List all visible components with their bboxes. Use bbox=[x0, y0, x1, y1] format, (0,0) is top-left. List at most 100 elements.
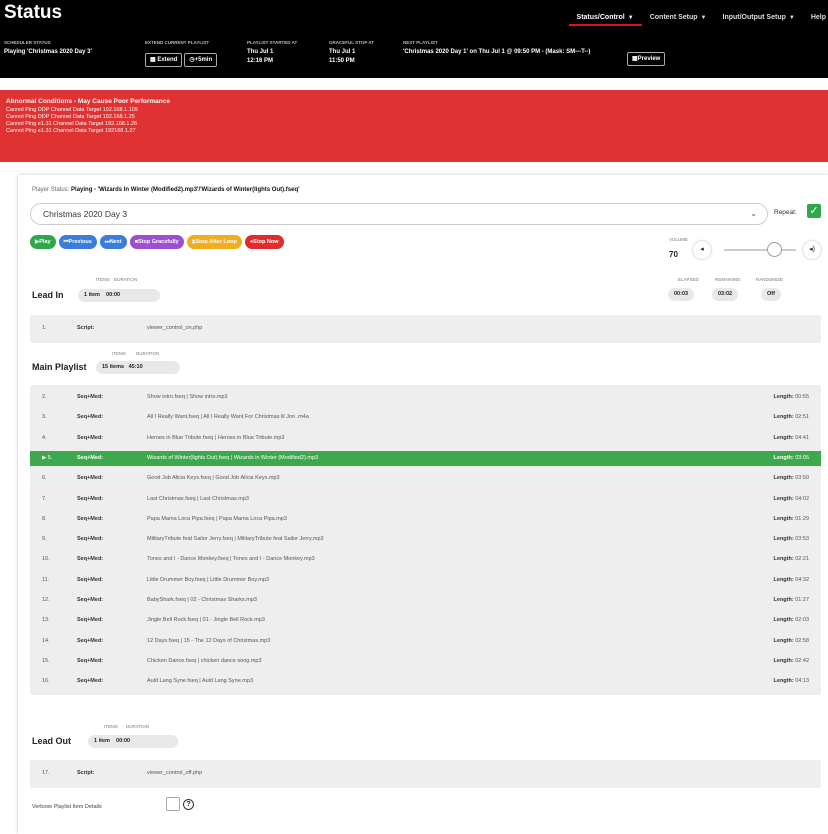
preview-label: Preview bbox=[637, 56, 661, 62]
next-button[interactable]: ⏭Next bbox=[99, 235, 127, 249]
graceful-stop: GRACEFUL STOP AT Thu Jul 1 11:50 PM bbox=[329, 40, 374, 66]
scheduler-status-value: Playing 'Christmas 2020 Day 3' bbox=[4, 49, 92, 55]
calendar-icon: ▦ bbox=[150, 57, 156, 63]
extend-button[interactable]: ▦ Extend bbox=[145, 53, 183, 67]
player-card: Player Status: Playing - 'Wizards In Win… bbox=[18, 175, 828, 834]
row-length-label: Length: bbox=[773, 597, 794, 603]
stop-gracefully-button[interactable]: ■Stop Gracefully bbox=[129, 235, 184, 249]
lead-in-summary: 1 item 00:00 bbox=[78, 289, 160, 302]
row-length-label: Length: bbox=[773, 475, 794, 482]
chevron-down-icon: ▼ bbox=[788, 15, 795, 21]
graceful-stop-date: Thu Jul 1 bbox=[329, 49, 356, 55]
table-row[interactable]: 4. Seq+Med: Heroes in Blue Tribute.fseq | … bbox=[30, 431, 821, 446]
main-nav: Status/Control ▼ Content Setup ▼ Input/Out… bbox=[568, 10, 828, 26]
row-name: All I Really Want.fseq | All I Really Wa… bbox=[147, 414, 309, 421]
checkmark-icon: ✓ bbox=[809, 205, 819, 217]
lead-in-list: 1. Script: viewer_control_on.php bbox=[30, 315, 821, 343]
table-row[interactable]: 8. Seq+Med: Papa Mama Loca Pipa.fseq | Pap… bbox=[30, 512, 821, 527]
nav-label: Help bbox=[810, 14, 826, 21]
status-header: SCHEDULER STATUS Playing 'Christmas 2020… bbox=[0, 40, 828, 74]
table-row[interactable]: ▶ 5. Seq+Med: Wizards of Winter(lights Out… bbox=[30, 450, 821, 466]
row-name: MilitaryTribute feat Sailor Jerry.fseq |… bbox=[147, 536, 324, 543]
nav-label: Input/Output Setup bbox=[722, 14, 786, 21]
row-name: viewer_control_on.php bbox=[147, 325, 203, 331]
row-type: Seq+Med: bbox=[77, 678, 104, 685]
repeat-checkbox[interactable]: ✓ bbox=[807, 204, 821, 218]
table-row[interactable]: 2. Seq+Med: Show intro.fseq | Show intro.m… bbox=[30, 390, 821, 405]
verbose-checkbox[interactable] bbox=[166, 797, 180, 811]
volume-up-button[interactable]: ◂) bbox=[803, 241, 821, 259]
preview-wrap: ▦Preview bbox=[627, 47, 667, 66]
row-length-value: 01:27 bbox=[795, 597, 809, 603]
row-length-value: 04:13 bbox=[795, 678, 809, 685]
table-row[interactable]: 13. Seq+Med: Jingle Bell Rock.fseq | 01 - … bbox=[30, 613, 821, 628]
volume-slider[interactable] bbox=[724, 249, 796, 251]
remaining-value: 03:02 bbox=[712, 288, 739, 301]
row-length-value: 00:55 bbox=[795, 394, 809, 400]
row-length-label: Length: bbox=[773, 454, 794, 461]
alert-line: Cannot Ping DDP Channel Data Target 192.… bbox=[6, 107, 138, 113]
player-status: Player Status: Playing - 'Wizards In Win… bbox=[32, 187, 300, 193]
speaker-loud-icon: ◂) bbox=[809, 246, 815, 253]
help-icon[interactable]: ? bbox=[183, 799, 194, 810]
stop-now-button[interactable]: ●Stop Now bbox=[244, 235, 284, 249]
previous-button[interactable]: ⏮Previous bbox=[58, 235, 97, 249]
list-item[interactable]: 1. Script: viewer_control_on.php bbox=[30, 321, 821, 336]
row-length-value: 02:42 bbox=[795, 657, 809, 664]
row-type: Seq+Med: bbox=[77, 475, 104, 482]
table-row[interactable]: 12. Seq+Med: BabyShark.fseq | 03 - Christm… bbox=[30, 593, 821, 608]
table-row[interactable]: 16. Seq+Med: Auld Lang Syne.fseq | Auld La… bbox=[30, 674, 821, 689]
add-5min-button[interactable]: ◷+5min bbox=[184, 53, 218, 67]
row-name: Good Job Alicia Keys.fseq | Good Job Ali… bbox=[147, 475, 280, 482]
volume-down-button[interactable]: ◂ bbox=[693, 241, 711, 259]
list-item[interactable]: 17. Script: viewer_control_off.php bbox=[30, 766, 821, 781]
row-length-value: 03:53 bbox=[795, 536, 809, 543]
row-length-value: 03:50 bbox=[795, 475, 809, 482]
main-playlist-list: 2. Seq+Med: Show intro.fseq | Show intro.m… bbox=[30, 385, 821, 695]
table-row[interactable]: 10. Seq+Med: Tones and I - Dance Monkey.fs… bbox=[30, 552, 821, 567]
table-row[interactable]: 7. Seq+Med: Last Christmas.fseq | Last Chr… bbox=[30, 492, 821, 507]
row-name: Chicken Dance.fseq | chicken dance song.… bbox=[147, 657, 262, 664]
items-label: ITEMS bbox=[96, 277, 110, 282]
stop-after-loop-button[interactable]: ⧗Stop After Loop bbox=[186, 235, 242, 249]
row-number: 4. bbox=[42, 434, 47, 441]
row-number: 10. bbox=[42, 556, 50, 563]
table-row[interactable]: 9. Seq+Med: MilitaryTribute feat Sailor Je… bbox=[30, 532, 821, 547]
graceful-stop-label: GRACEFUL STOP AT bbox=[329, 40, 375, 45]
repeat-label: Repeat: bbox=[774, 209, 797, 216]
row-number: 13. bbox=[42, 617, 50, 624]
nav-help[interactable]: Help bbox=[803, 10, 828, 26]
row-type: Seq+Med: bbox=[77, 536, 104, 543]
row-name: Jingle Bell Rock.fseq | 01 - Jingle Bell… bbox=[147, 617, 265, 624]
elapsed-label: ELAPSED bbox=[678, 277, 699, 282]
preview-button[interactable]: ▦Preview bbox=[627, 52, 666, 66]
stop-gracefully-label: Stop Gracefully bbox=[137, 239, 179, 245]
nav-status-control[interactable]: Status/Control ▼ bbox=[568, 10, 642, 26]
nav-input-output-setup[interactable]: Input/Output Setup ▼ bbox=[715, 10, 803, 26]
row-number: 6. bbox=[42, 475, 47, 482]
alert-line: Cannot Ping e1.31 Channel Data Target 19… bbox=[6, 121, 138, 127]
row-number: 7. bbox=[42, 495, 47, 502]
playlist-started-time: 12:16 PM bbox=[247, 58, 274, 64]
row-length: Length: 02:42 bbox=[774, 654, 809, 669]
table-row[interactable]: 14. Seq+Med: 12 Days.fseq | 15 - The 12 Da… bbox=[30, 634, 821, 649]
volume-slider-thumb[interactable] bbox=[767, 242, 783, 257]
row-length: Length: 02:03 bbox=[774, 613, 809, 628]
row-number: 9. bbox=[42, 536, 47, 543]
chevron-down-icon: ⌄ bbox=[750, 209, 757, 218]
table-row[interactable]: 3. Seq+Med: All I Really Want.fseq | All I… bbox=[30, 410, 821, 425]
playlist-select[interactable]: Christmas 2020 Day 3 ⌄ bbox=[30, 203, 768, 225]
row-length-label: Length: bbox=[773, 536, 794, 543]
table-row[interactable]: 11. Seq+Med: Little Drummer Boy.fseq | Lit… bbox=[30, 573, 821, 588]
remaining-label: REMAINING bbox=[715, 277, 741, 282]
play-button[interactable]: ▶Play bbox=[30, 235, 56, 249]
row-length: Length: 03:50 bbox=[774, 471, 809, 486]
duration-label: DURATION bbox=[114, 277, 138, 282]
table-row[interactable]: 6. Seq+Med: Good Job Alicia Keys.fseq | Go… bbox=[30, 471, 821, 486]
table-row[interactable]: 15. Seq+Med: Chicken Dance.fseq | chicken … bbox=[30, 654, 821, 669]
nav-content-setup[interactable]: Content Setup ▼ bbox=[642, 10, 715, 26]
previous-label: Previous bbox=[68, 239, 92, 245]
row-name: Little Drummer Boy.fseq | Little Drummer… bbox=[147, 576, 269, 583]
row-length-label: Length: bbox=[773, 576, 794, 583]
nav-label: Content Setup bbox=[649, 14, 698, 21]
